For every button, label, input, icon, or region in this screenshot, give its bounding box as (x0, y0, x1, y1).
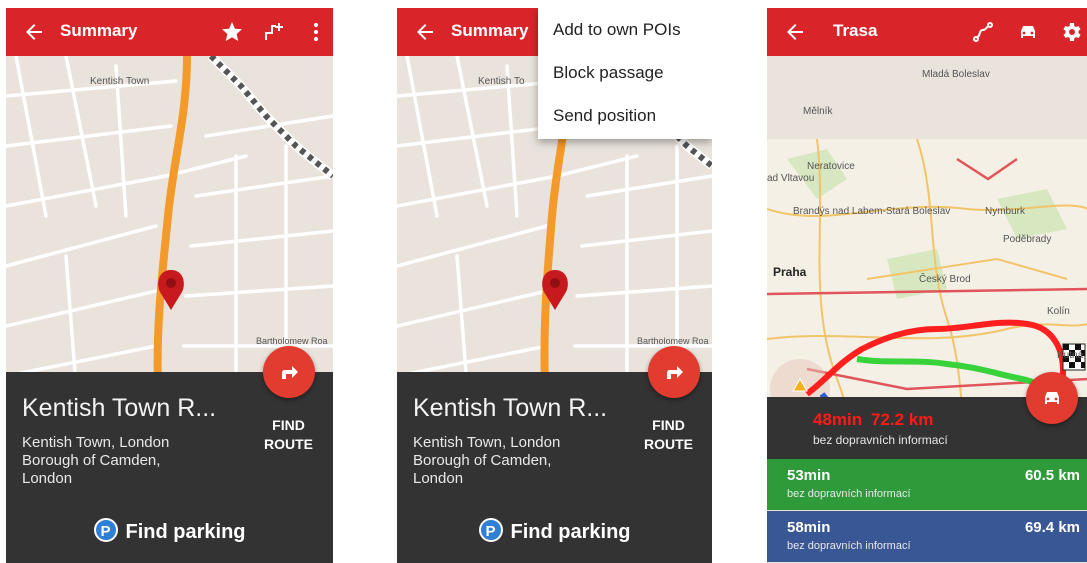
parking-icon: P (93, 518, 118, 542)
star-icon[interactable] (220, 20, 244, 44)
place-detail-panel: Kentish Town R... Kentish Town, London B… (397, 372, 712, 563)
address-line-1: Kentish Town, London (413, 434, 561, 451)
page-title: Trasa (833, 21, 878, 40)
find-route-button[interactable]: FIND ROUTE (264, 416, 313, 454)
route-info: bez dopravních informací (787, 540, 911, 552)
map-label-mlada: Mladá Boleslav (922, 69, 990, 80)
place-name: Kentish Town R... (22, 394, 217, 422)
find-route-line-2: ROUTE (644, 436, 693, 452)
route-option-green[interactable]: 53min 60.5 km bez dopravních informací (767, 459, 1087, 510)
menu-item-send-position[interactable]: Send position (538, 94, 712, 137)
map-label-melnik: Mělník (803, 106, 833, 117)
car-icon[interactable] (1016, 20, 1040, 44)
selected-route-distance: 72.2 km (871, 410, 934, 429)
turn-right-icon (282, 366, 298, 379)
map-label-kutna: Kutná (1057, 350, 1084, 361)
address-line-3: London (413, 470, 464, 487)
route-time: 53min (787, 467, 831, 484)
page-title: Summary (60, 21, 138, 40)
app-bar: Trasa (767, 8, 1087, 56)
overflow-menu: Add to own POIs Block passage Send posit… (538, 8, 712, 139)
address-line-2: Borough of Camden, (413, 452, 552, 469)
place-detail-panel: Kentish Town R... Kentish Town, London B… (6, 372, 333, 563)
find-route-line-1: FIND (272, 417, 305, 433)
map-label-vltavou: ad Vltavou (767, 173, 815, 184)
back-arrow-icon[interactable] (22, 20, 46, 44)
back-arrow-icon[interactable] (413, 20, 437, 44)
find-parking-label: Find parking (125, 521, 246, 543)
parking-icon: P (478, 518, 503, 542)
address-line-2: Borough of Camden, (22, 452, 161, 469)
route-time: 58min (787, 519, 831, 536)
address-line-1: Kentish Town, London (22, 434, 170, 451)
map-label-road: Bartholomew Roa (256, 336, 328, 346)
selected-route-info: bez dopravních informací (813, 433, 948, 447)
app-bar: Summary (6, 8, 333, 56)
screen-summary: Kentish Town Bartholomew Roa Summary Ken… (6, 8, 333, 563)
screen-summary-menu: Kentish To Bartholomew Roa Summary Add t… (397, 8, 712, 563)
page-title: Summary (451, 21, 529, 40)
car-icon (1045, 392, 1059, 404)
map-label-brandys: Brandýs nad Labem-Stará Boleslav (793, 206, 951, 217)
route-distance: 69.4 km (1024, 519, 1080, 536)
find-route-button[interactable]: FIND ROUTE (644, 416, 693, 454)
place-address: Kentish Town, London Borough of Camden, … (22, 434, 212, 488)
map-label-podebrady: Poděbrady (1003, 234, 1052, 245)
map-label-area: Kentish To (478, 76, 525, 87)
menu-item-block-passage[interactable]: Block passage (538, 51, 712, 94)
find-parking-label: Find parking (510, 521, 631, 543)
address-line-3: London (22, 470, 73, 487)
navigate-fab[interactable] (648, 346, 700, 398)
start-navigation-fab[interactable] (1026, 372, 1078, 424)
map-label-kolin: Kolín (1047, 306, 1070, 317)
back-arrow-icon[interactable] (783, 20, 807, 44)
navigate-fab[interactable] (263, 346, 315, 398)
route-option-blue[interactable]: 58min 69.4 km bez dopravních informací (767, 511, 1087, 562)
map-label-nymburk: Nymburk (985, 206, 1026, 217)
find-parking-button[interactable]: P Find parking (6, 518, 333, 544)
route-add-icon[interactable] (262, 20, 286, 44)
more-vert-icon[interactable] (304, 20, 328, 44)
selected-route-time: 48min (813, 410, 863, 429)
route-info: bez dopravních informací (787, 488, 911, 500)
map-label-area: Kentish Town (90, 76, 150, 87)
turn-right-icon (667, 366, 683, 379)
find-parking-button[interactable]: P Find parking (397, 518, 712, 544)
map-label-road: Bartholomew Roa (637, 336, 709, 346)
find-route-line-1: FIND (652, 417, 685, 433)
gear-icon[interactable] (1059, 20, 1083, 44)
map-label-praha: Praha (773, 265, 807, 279)
map-label-neratovice: Neratovice (807, 161, 855, 172)
route-alternatives-icon[interactable] (971, 20, 995, 44)
route-distance: 60.5 km (1024, 467, 1080, 484)
map-label-cesky-brod: Český Brod (919, 274, 971, 285)
place-address: Kentish Town, London Borough of Camden, … (413, 434, 603, 488)
find-route-line-2: ROUTE (264, 436, 313, 452)
screen-route: Mladá Boleslav Mělník Neratovice ad Vlta… (767, 8, 1087, 563)
place-name: Kentish Town R... (413, 394, 608, 422)
menu-item-add-poi[interactable]: Add to own POIs (538, 8, 712, 51)
